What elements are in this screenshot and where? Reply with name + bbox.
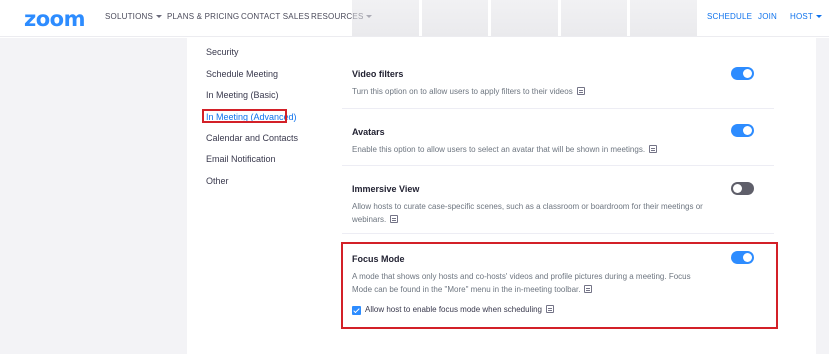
nav-banner-images: [352, 0, 697, 36]
focus-mode-scheduling-label[interactable]: Allow host to enable focus mode when sch…: [365, 305, 554, 314]
right-gutter: [816, 38, 829, 354]
banner-image: [491, 0, 558, 36]
info-icon[interactable]: [576, 87, 585, 95]
left-gutter: [0, 38, 187, 354]
setting-desc-avatars: Enable this option to allow users to sel…: [352, 143, 712, 156]
setting-desc-focus-mode: A mode that shows only hosts and co-host…: [352, 272, 691, 294]
sidebar-item-email-notification[interactable]: Email Notification: [206, 154, 276, 164]
banner-image: [421, 0, 489, 36]
toggle-knob: [743, 69, 752, 78]
info-icon[interactable]: [546, 305, 554, 313]
banner-image: [630, 0, 697, 36]
focus-mode-scheduling-checkbox[interactable]: [352, 306, 361, 315]
toggle-knob: [743, 253, 752, 262]
nav-plans-pricing[interactable]: PLANS & PRICING: [167, 12, 239, 21]
setting-title-video-filters: Video filters: [352, 69, 404, 79]
setting-desc-video-filters: Turn this option on to allow users to ap…: [352, 85, 712, 98]
divider: [342, 165, 774, 166]
nav-contact-sales[interactable]: CONTACT SALES: [241, 12, 310, 21]
divider: [342, 108, 774, 109]
toggle-knob: [743, 126, 752, 135]
sidebar-item-calendar-contacts[interactable]: Calendar and Contacts: [206, 133, 298, 143]
banner-image: [560, 0, 628, 36]
sidebar-item-other[interactable]: Other: [206, 176, 229, 186]
setting-title-focus-mode: Focus Mode: [352, 254, 405, 264]
info-icon[interactable]: [584, 285, 593, 293]
toggle-knob: [733, 184, 742, 193]
info-icon[interactable]: [390, 215, 399, 223]
chevron-down-icon: [156, 15, 163, 19]
highlight-box-sidebar: [202, 109, 287, 123]
top-nav: zoom SOLUTIONS PLANS & PRICING CONTACT S…: [0, 0, 829, 37]
setting-desc-immersive-view: Allow hosts to curate case-specific scen…: [352, 202, 703, 224]
nav-join[interactable]: JOIN: [758, 12, 777, 21]
toggle-focus-mode[interactable]: [731, 251, 754, 264]
sidebar-item-security[interactable]: Security: [206, 47, 239, 57]
nav-solutions[interactable]: SOLUTIONS: [105, 12, 163, 21]
info-icon[interactable]: [649, 145, 658, 153]
chevron-down-icon: [816, 15, 823, 19]
setting-title-avatars: Avatars: [352, 127, 385, 137]
setting-title-immersive-view: Immersive View: [352, 184, 420, 194]
toggle-immersive-view[interactable]: [731, 182, 754, 195]
divider: [342, 233, 774, 234]
sidebar-item-schedule-meeting[interactable]: Schedule Meeting: [206, 69, 278, 79]
toggle-avatars[interactable]: [731, 124, 754, 137]
zoom-logo[interactable]: zoom: [24, 7, 85, 31]
banner-image: [352, 0, 419, 36]
toggle-video-filters[interactable]: [731, 67, 754, 80]
nav-schedule[interactable]: SCHEDULE: [707, 12, 752, 21]
sidebar-item-in-meeting-basic[interactable]: In Meeting (Basic): [206, 90, 279, 100]
nav-host[interactable]: HOST: [790, 12, 823, 21]
